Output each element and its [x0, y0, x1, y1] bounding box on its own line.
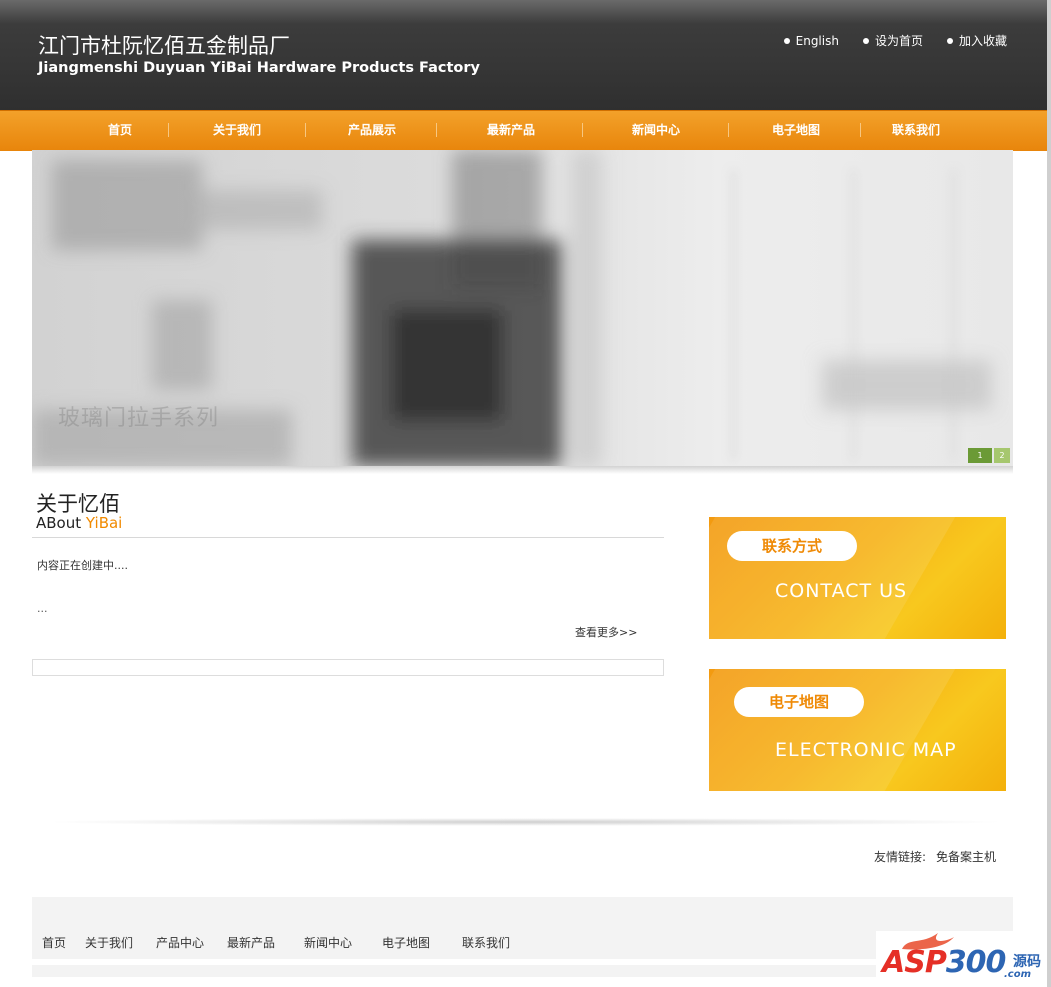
footer-link-products[interactable]: 产品中心 — [156, 934, 204, 951]
footer-link-map[interactable]: 电子地图 — [382, 934, 430, 951]
footer-link-new-products[interactable]: 最新产品 — [227, 934, 275, 951]
asp300-watermark: ASP300 源码 .com — [876, 931, 1046, 987]
nav-separator — [582, 123, 583, 137]
friend-link-item[interactable]: 免备案主机 — [936, 848, 996, 865]
pager-button-2[interactable]: 2 — [994, 448, 1010, 463]
bullet-icon — [783, 37, 790, 44]
top-links: English 设为首页 加入收藏 — [783, 32, 1007, 49]
nav-item-new-products[interactable]: 最新产品 — [487, 121, 535, 138]
about-divider — [32, 537, 664, 538]
top-link-label: 加入收藏 — [958, 34, 1007, 48]
nav-item-contact[interactable]: 联系我们 — [892, 121, 940, 138]
main-nav: 首页 关于我们 产品展示 最新产品 新闻中心 电子地图 联系我们 — [0, 110, 1047, 151]
footer-link-about[interactable]: 关于我们 — [85, 934, 133, 951]
banner-slider[interactable]: 玻璃门拉手系列 1 2 — [32, 150, 1013, 466]
about-subtitle-accent: YiBai — [85, 514, 123, 532]
page-edge — [1047, 0, 1051, 987]
site-title-cn[interactable]: 江门市杜阮忆佰五金制品厂 — [38, 30, 290, 60]
contact-card-pill: 联系方式 — [727, 531, 857, 561]
nav-separator — [305, 123, 306, 137]
nav-item-news[interactable]: 新闻中心 — [632, 121, 680, 138]
map-card-pill: 电子地图 — [734, 687, 864, 717]
about-body: 内容正在创建中.... — [37, 559, 128, 572]
watermark-300: 300 — [945, 945, 1007, 980]
nav-separator — [728, 123, 729, 137]
view-more-link[interactable]: 查看更多>> — [575, 624, 637, 640]
banner-pager: 1 2 — [968, 448, 1010, 463]
about-subtitle: ABout YiBai — [36, 514, 122, 532]
watermark-asp: ASP — [882, 945, 947, 980]
footer-link-contact[interactable]: 联系我们 — [462, 934, 510, 951]
map-card-label: ELECTRONIC MAP — [775, 739, 957, 761]
section-divider — [42, 818, 1008, 826]
top-link-set-homepage[interactable]: 设为首页 — [862, 32, 923, 49]
nav-separator — [168, 123, 169, 137]
about-subtitle-prefix: ABout — [36, 514, 82, 532]
footer-link-news[interactable]: 新闻中心 — [304, 934, 352, 951]
contact-card-label: CONTACT US — [775, 580, 908, 602]
top-link-english[interactable]: English — [783, 32, 839, 49]
footer-link-home[interactable]: 首页 — [42, 934, 66, 951]
about-ellipsis: ... — [37, 602, 48, 615]
about-empty-box — [32, 659, 664, 676]
contact-us-card[interactable]: 联系方式 CONTACT US — [709, 517, 1006, 639]
nav-item-map[interactable]: 电子地图 — [772, 121, 820, 138]
nav-separator — [436, 123, 437, 137]
watermark-com: .com — [1004, 969, 1032, 980]
friend-links: 友情链接: 免备案主机 — [874, 848, 996, 865]
top-link-add-favorite[interactable]: 加入收藏 — [946, 32, 1007, 49]
watermark-logo: ASP300 — [882, 945, 1007, 980]
nav-separator — [860, 123, 861, 137]
nav-item-products[interactable]: 产品展示 — [348, 121, 396, 138]
bullet-icon — [862, 37, 869, 44]
friend-links-label: 友情链接: — [873, 850, 926, 864]
banner-shadow — [32, 466, 1013, 474]
banner-caption: 玻璃门拉手系列 — [58, 406, 220, 431]
electronic-map-card[interactable]: 电子地图 ELECTRONIC MAP — [709, 669, 1006, 791]
nav-item-home[interactable]: 首页 — [108, 121, 132, 138]
bullet-icon — [946, 37, 953, 44]
pager-button-1[interactable]: 1 — [968, 448, 992, 463]
top-link-label: English — [795, 33, 839, 48]
nav-item-about[interactable]: 关于我们 — [213, 121, 261, 138]
top-link-label: 设为首页 — [874, 34, 923, 48]
site-title-en: Jiangmenshi Duyuan YiBai Hardware Produc… — [38, 60, 480, 76]
site-header: 江门市杜阮忆佰五金制品厂 Jiangmenshi Duyuan YiBai Ha… — [0, 0, 1047, 110]
footer-bottom — [32, 965, 1013, 977]
watermark-cn: 源码 — [1013, 954, 1041, 970]
